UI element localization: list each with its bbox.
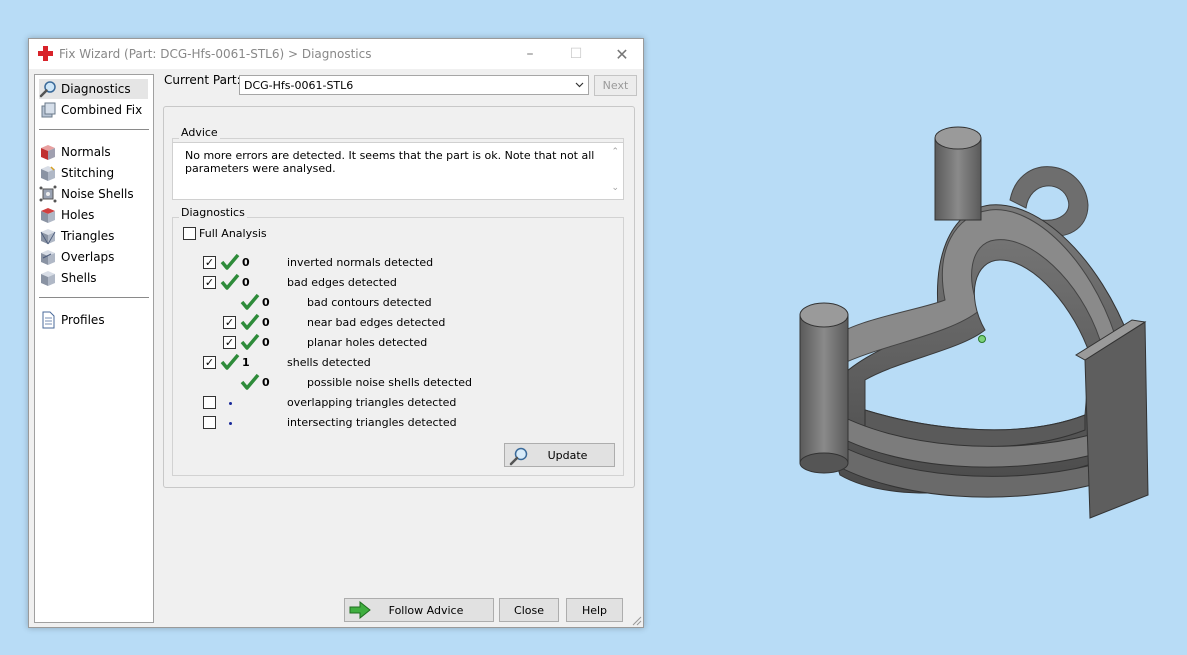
sidebar-item-profiles[interactable]: Profiles bbox=[39, 310, 105, 330]
sidebar-divider bbox=[39, 297, 149, 298]
scroll-down-icon[interactable]: ⌄ bbox=[611, 183, 619, 193]
noise-shells-count: 0 bbox=[262, 376, 270, 389]
shells-label: shells detected bbox=[287, 356, 371, 369]
resize-grip-icon[interactable] bbox=[632, 616, 642, 626]
sidebar-item-shells[interactable]: Shells bbox=[39, 268, 97, 288]
planar-holes-count: 0 bbox=[262, 336, 270, 349]
full-analysis-checkbox[interactable] bbox=[183, 227, 196, 240]
sidebar-item-label: Profiles bbox=[61, 313, 105, 327]
close-window-button[interactable]: ✕ bbox=[599, 39, 645, 69]
holes-cube-icon bbox=[41, 208, 55, 223]
next-button[interactable]: Next bbox=[594, 75, 637, 96]
current-part-value: DCG-Hfs-0061-STL6 bbox=[244, 79, 354, 92]
bad-edges-count: 0 bbox=[242, 276, 250, 289]
sidebar-item-triangles[interactable]: Triangles bbox=[39, 226, 114, 246]
wizard-sidebar: Diagnostics Combined Fix Normals Stitchi… bbox=[34, 74, 154, 623]
sidebar-item-normals[interactable]: Normals bbox=[39, 142, 111, 162]
green-check-icon bbox=[240, 333, 260, 350]
shells-count: 1 bbox=[242, 356, 250, 369]
combined-fix-icon bbox=[41, 102, 56, 118]
green-check-icon bbox=[240, 373, 260, 390]
minimize-button[interactable]: – bbox=[507, 39, 553, 69]
green-check-icon bbox=[220, 253, 240, 270]
inverted-normals-label: inverted normals detected bbox=[287, 256, 434, 269]
near-bad-edges-checkbox[interactable]: ✓ bbox=[223, 316, 236, 329]
shells-checkbox[interactable]: ✓ bbox=[203, 356, 216, 369]
green-check-icon bbox=[240, 293, 260, 310]
close-button[interactable]: Close bbox=[499, 598, 559, 622]
sidebar-item-stitching[interactable]: Stitching bbox=[39, 163, 114, 183]
sidebar-item-label: Stitching bbox=[61, 166, 115, 180]
pending-dot-icon bbox=[229, 402, 232, 405]
sidebar-item-label: Holes bbox=[61, 208, 95, 222]
near-bad-edges-count: 0 bbox=[262, 316, 270, 329]
sidebar-divider bbox=[39, 129, 149, 130]
sidebar-item-label: Overlaps bbox=[61, 250, 115, 264]
noise-shells-label: possible noise shells detected bbox=[307, 376, 473, 389]
overlapping-triangles-checkbox[interactable] bbox=[203, 396, 216, 409]
current-part-dropdown[interactable]: DCG-Hfs-0061-STL6 bbox=[239, 75, 589, 95]
planar-holes-checkbox[interactable]: ✓ bbox=[223, 336, 236, 349]
advice-textbox: No more errors are detected. It seems th… bbox=[172, 142, 624, 200]
green-check-icon bbox=[240, 313, 260, 330]
update-button[interactable]: Update bbox=[504, 443, 615, 467]
current-part-label: Current Part: bbox=[164, 73, 241, 87]
advice-group-title: Advice bbox=[179, 126, 220, 139]
near-bad-edges-label: near bad edges detected bbox=[307, 316, 446, 329]
document-icon bbox=[42, 311, 55, 329]
sidebar-item-combined-fix[interactable]: Combined Fix bbox=[39, 100, 142, 120]
window-title: Fix Wizard (Part: DCG-Hfs-0061-STL6) > D… bbox=[59, 47, 372, 61]
sidebar-item-overlaps[interactable]: Overlaps bbox=[39, 247, 114, 267]
intersecting-triangles-label: intersecting triangles detected bbox=[287, 416, 457, 429]
sidebar-item-label: Noise Shells bbox=[61, 187, 134, 201]
sidebar-item-holes[interactable]: Holes bbox=[39, 205, 94, 225]
pending-dot-icon bbox=[229, 422, 232, 425]
fix-wizard-window: Fix Wizard (Part: DCG-Hfs-0061-STL6) > D… bbox=[28, 38, 644, 628]
green-arrow-icon bbox=[349, 601, 371, 619]
bad-edges-checkbox[interactable]: ✓ bbox=[203, 276, 216, 289]
advice-text: No more errors are detected. It seems th… bbox=[185, 149, 595, 175]
scroll-up-icon[interactable]: ⌃ bbox=[611, 147, 619, 157]
follow-advice-button[interactable]: Follow Advice bbox=[344, 598, 494, 622]
magnifier-icon bbox=[509, 447, 528, 466]
inverted-normals-checkbox[interactable]: ✓ bbox=[203, 256, 216, 269]
bad-contours-count: 0 bbox=[262, 296, 270, 309]
stitching-cube-icon bbox=[41, 166, 55, 181]
title-bar[interactable]: Fix Wizard (Part: DCG-Hfs-0061-STL6) > D… bbox=[29, 39, 643, 69]
sidebar-item-label: Normals bbox=[61, 145, 111, 159]
noise-shells-icon bbox=[39, 185, 57, 203]
inverted-normals-count: 0 bbox=[242, 256, 250, 269]
bad-contours-label: bad contours detected bbox=[307, 296, 432, 309]
sidebar-item-label: Triangles bbox=[61, 229, 115, 243]
sidebar-item-noise-shells[interactable]: Noise Shells bbox=[39, 184, 134, 204]
magnifier-icon bbox=[39, 81, 56, 98]
full-analysis-label: Full Analysis bbox=[199, 227, 267, 240]
planar-holes-label: planar holes detected bbox=[307, 336, 428, 349]
overlaps-cube-icon bbox=[41, 250, 55, 265]
normals-cube-icon bbox=[41, 145, 55, 160]
sidebar-item-label: Combined Fix bbox=[61, 103, 143, 117]
diagnostics-group-title: Diagnostics bbox=[179, 206, 247, 219]
overlapping-triangles-label: overlapping triangles detected bbox=[287, 396, 457, 409]
bad-edges-label: bad edges detected bbox=[287, 276, 397, 289]
green-check-icon bbox=[220, 273, 240, 290]
red-cross-icon bbox=[38, 46, 53, 61]
triangles-cube-icon bbox=[40, 229, 56, 245]
follow-advice-label: Follow Advice bbox=[388, 603, 464, 617]
shells-cube-icon bbox=[41, 271, 55, 286]
sidebar-item-diagnostics[interactable]: Diagnostics bbox=[39, 79, 148, 99]
intersecting-triangles-checkbox[interactable] bbox=[203, 416, 216, 429]
green-check-icon bbox=[220, 353, 240, 370]
help-button[interactable]: Help bbox=[566, 598, 623, 622]
sidebar-item-label: Shells bbox=[61, 271, 97, 285]
maximize-button[interactable]: ☐ bbox=[553, 39, 599, 69]
chevron-down-icon bbox=[575, 82, 584, 88]
update-button-label: Update bbox=[547, 448, 588, 462]
3d-part-model[interactable] bbox=[780, 110, 1180, 550]
sidebar-item-label: Diagnostics bbox=[61, 82, 131, 96]
